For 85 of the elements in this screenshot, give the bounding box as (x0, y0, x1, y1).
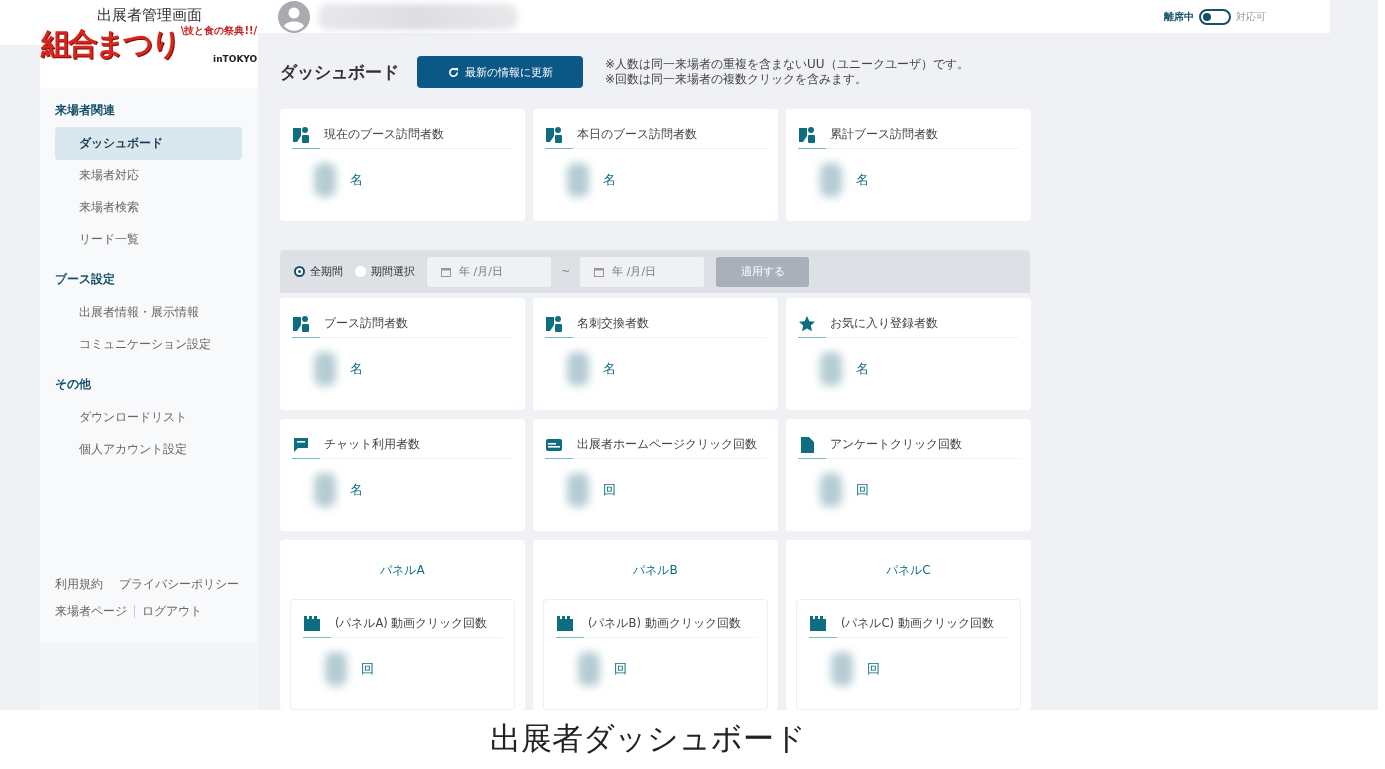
date-to-field[interactable]: 年 /月/日 (580, 256, 705, 287)
stat-label: 累計ブース訪問者数 (830, 127, 938, 142)
logo-caption: 出展者管理画面 (96, 6, 202, 24)
document-icon (798, 435, 816, 454)
stat-label: 名刺交換者数 (577, 316, 649, 331)
footer-link[interactable]: 来場者ページ (55, 603, 127, 620)
date-from-field[interactable]: 年 /月/日 (427, 256, 551, 287)
blurred-value (567, 163, 589, 197)
nav-item[interactable]: ダッシュボード (55, 127, 242, 160)
people-icon (545, 125, 563, 144)
logo-subtitle: inTOKYO (213, 54, 258, 64)
stat-label: (パネルA) 動画クリック回数 (335, 616, 488, 631)
nav-item[interactable]: ダウンロードリスト (55, 401, 242, 434)
clapperboard-icon (809, 614, 827, 633)
people-icon (545, 314, 563, 333)
unit-label: 名 (350, 171, 363, 189)
status-switch[interactable] (1199, 8, 1231, 25)
stat-label: 現在のブース訪問者数 (324, 127, 444, 142)
range-separator: ~ (561, 265, 571, 278)
section-title: その他 (55, 376, 92, 393)
panel-title: パネルA (379, 562, 426, 579)
away-label: 離席中 (1164, 9, 1194, 24)
stat-label: (パネルB) 動画クリック回数 (588, 616, 741, 631)
logo-title: 組合まつり (40, 25, 179, 63)
nav-item[interactable]: リード一覧 (55, 223, 242, 256)
stat-label: 出展者ホームページクリック回数 (577, 437, 757, 452)
people-icon (798, 125, 816, 144)
blurred-value (820, 352, 842, 386)
blurred-value (831, 652, 853, 686)
footer-link[interactable]: 利用規約 (55, 576, 103, 593)
panel-title: パネルB (632, 562, 679, 579)
unit-label: 名 (603, 360, 616, 378)
period-radio[interactable]: 期間選択 (355, 264, 415, 279)
clapperboard-icon (556, 614, 574, 633)
stat-label: お気に入り登録者数 (830, 316, 938, 331)
blurred-value (314, 473, 336, 507)
calendar-icon (441, 266, 451, 277)
calendar-icon (594, 266, 605, 277)
blurred-value (314, 352, 336, 386)
unit-label: 回 (856, 481, 869, 499)
page-title: ダッシュボード (280, 60, 399, 84)
unit-label: 回 (867, 660, 880, 678)
refresh-button[interactable]: 最新の情報に更新 (417, 56, 583, 88)
blurred-value (567, 473, 589, 507)
stat-label: (パネルC) 動画クリック回数 (841, 616, 994, 631)
unit-label: 名 (856, 360, 869, 378)
period-radio[interactable]: 全期間 (294, 264, 343, 279)
people-icon (292, 314, 310, 333)
footer-link[interactable]: プライバシーポリシー (119, 576, 239, 593)
unit-label: 名 (603, 171, 616, 189)
footer-link[interactable]: ログアウト (142, 603, 202, 620)
blurred-value (820, 473, 842, 507)
stat-label: ブース訪問者数 (324, 316, 408, 331)
panel-title: パネルC (885, 562, 932, 579)
blurred-value (820, 163, 842, 197)
nav-item[interactable]: コミュニケーション設定 (55, 328, 242, 361)
unit-label: 回 (603, 481, 616, 499)
blurred-value (325, 652, 347, 686)
blurred-value (567, 352, 589, 386)
section-title: 来場者関連 (55, 102, 116, 119)
unit-label: 回 (361, 660, 374, 678)
unit-label: 回 (614, 660, 627, 678)
unit-label: 名 (350, 360, 363, 378)
chat-icon (292, 435, 310, 454)
blurred-value (578, 652, 600, 686)
logo-tagline: \技と食の祭典!!/ (180, 24, 258, 38)
nav-item[interactable]: 来場者検索 (55, 191, 242, 224)
stat-label: アンケートクリック回数 (830, 437, 962, 452)
available-label: 対応可 (1236, 9, 1266, 24)
unit-label: 名 (856, 171, 869, 189)
note-text: ※回数は同一来場者の複数クリックを含みます。 (605, 72, 869, 87)
stat-label: チャット利用者数 (324, 437, 420, 452)
nav-item[interactable]: 個人アカウント設定 (55, 433, 242, 466)
section-title: ブース設定 (55, 271, 116, 288)
refresh-icon (447, 66, 459, 78)
note-text: ※人数は同一来場者の重複を含まないUU（ユニークユーザ）です。 (605, 57, 969, 72)
nav-item[interactable]: 出展者情報・展示情報 (55, 296, 242, 329)
figure-caption: 出展者ダッシュボード (489, 719, 807, 758)
star-icon (798, 314, 816, 333)
stat-label: 本日のブース訪問者数 (577, 127, 697, 142)
unit-label: 名 (350, 481, 363, 499)
clapperboard-icon (303, 614, 321, 633)
nav-item[interactable]: 来場者対応 (55, 159, 242, 192)
people-icon (292, 125, 310, 144)
blurred-value (314, 163, 336, 197)
